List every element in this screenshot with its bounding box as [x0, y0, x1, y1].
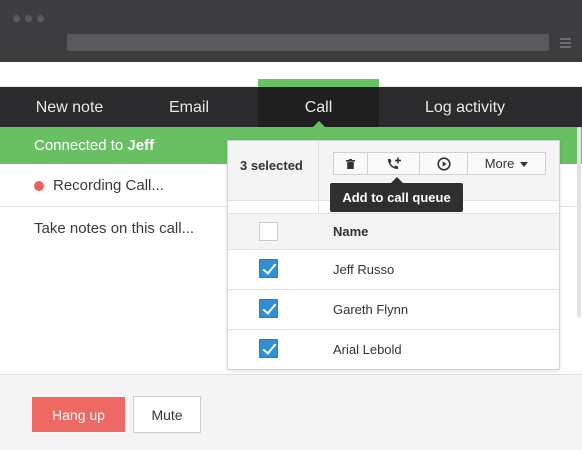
connected-prefix: Connected to — [34, 137, 124, 154]
play-button[interactable] — [420, 153, 468, 174]
tab-email[interactable]: Email — [139, 87, 239, 127]
scrollbar[interactable] — [577, 127, 581, 317]
hamburger-menu-icon[interactable] — [560, 38, 571, 50]
hang-up-button[interactable]: Hang up — [32, 397, 125, 432]
call-actions-bar: Hang up Mute — [0, 374, 582, 450]
selected-count: 3 selected — [240, 158, 303, 173]
name-column-header: Name — [333, 224, 369, 239]
toolbar-button-group: More — [333, 152, 546, 175]
more-dropdown[interactable]: More — [468, 153, 545, 174]
row-checkbox[interactable] — [259, 299, 278, 318]
connected-name: Jeff — [127, 137, 155, 154]
address-bar[interactable] — [67, 34, 549, 51]
tab-bar: New note Email Call Log activity — [0, 87, 582, 127]
window-dot-icon[interactable] — [13, 15, 20, 22]
add-to-call-queue-button[interactable] — [368, 153, 420, 174]
window-dot-icon[interactable] — [25, 15, 32, 22]
window-dot-icon[interactable] — [37, 15, 44, 22]
add-to-call-queue-tooltip: Add to call queue — [330, 183, 463, 212]
row-checkbox[interactable] — [259, 259, 278, 278]
tab-log-activity[interactable]: Log activity — [379, 87, 551, 127]
active-tab-indicator — [258, 79, 379, 87]
mute-button[interactable]: Mute — [133, 396, 201, 433]
contact-name: Jeff Russo — [333, 262, 395, 277]
row-checkbox[interactable] — [259, 339, 278, 358]
table-header: Name — [228, 213, 559, 250]
phone-plus-icon — [387, 157, 401, 169]
chevron-down-icon — [520, 161, 529, 167]
table-row[interactable]: Arial Lebold — [228, 330, 559, 369]
delete-button[interactable] — [334, 153, 368, 174]
window-chrome — [0, 0, 582, 62]
contact-name: Arial Lebold — [333, 342, 402, 357]
trash-icon — [346, 158, 355, 169]
record-dot-icon — [34, 181, 44, 191]
call-notes-input[interactable]: Take notes on this call... — [34, 220, 194, 237]
select-all-checkbox[interactable] — [259, 222, 278, 241]
table-row[interactable]: Gareth Flynn — [228, 290, 559, 330]
table-row[interactable]: Jeff Russo — [228, 250, 559, 290]
contact-name: Gareth Flynn — [333, 302, 409, 317]
contact-picker-popup: 3 selected More Name Jeff Russo Gareth F… — [227, 140, 560, 370]
tab-new-note[interactable]: New note — [0, 87, 139, 127]
more-label: More — [484, 156, 515, 171]
recording-label: Recording Call... — [53, 177, 164, 194]
play-circle-icon — [436, 156, 451, 171]
